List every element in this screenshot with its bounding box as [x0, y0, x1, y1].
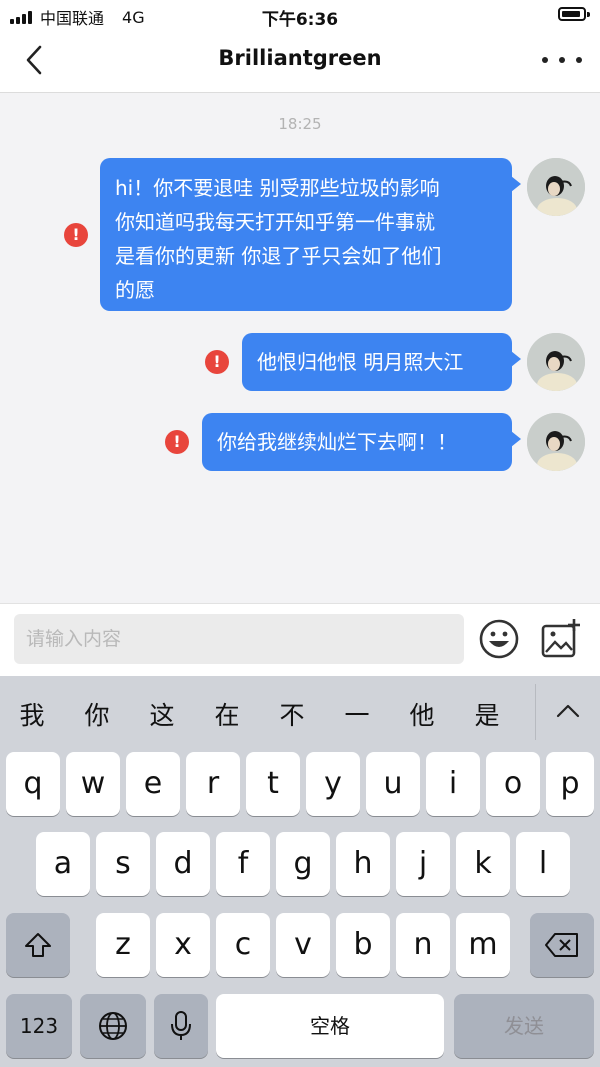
key-m[interactable]: m — [456, 913, 510, 977]
candidate-word[interactable]: 在 — [207, 696, 247, 732]
message-line: 你给我继续灿烂下去啊！！ — [217, 430, 457, 454]
globe-icon — [99, 1012, 127, 1040]
key-q[interactable]: q — [6, 752, 60, 816]
key-x[interactable]: x — [156, 913, 210, 977]
message-line: 他恨归他恨 明月照大江 — [257, 350, 464, 374]
message-timestamp: 18:25 — [278, 115, 322, 133]
message-line: 是看你的更新 你退了乎只会如了他们 — [115, 244, 442, 268]
numbers-key[interactable]: 123 — [6, 994, 72, 1058]
key-r[interactable]: r — [186, 752, 240, 816]
emoji-icon — [479, 619, 519, 659]
status-bar: 中国联通 4G 下午6:36 — [0, 0, 600, 30]
more-button[interactable] — [542, 48, 582, 72]
send-failed-icon[interactable]: ! — [64, 223, 88, 247]
avatar[interactable] — [527, 413, 585, 471]
space-key[interactable]: 空格 — [216, 994, 444, 1058]
send-failed-icon[interactable]: ! — [165, 430, 189, 454]
message-bubble[interactable]: 你给我继续灿烂下去啊！！ — [202, 413, 521, 471]
key-a[interactable]: a — [36, 832, 90, 896]
key-p[interactable]: p — [546, 752, 594, 816]
key-c[interactable]: c — [216, 913, 270, 977]
key-b[interactable]: b — [336, 913, 390, 977]
add-image-icon — [541, 619, 580, 658]
avatar[interactable] — [527, 158, 585, 216]
candidate-divider — [535, 684, 536, 740]
key-v[interactable]: v — [276, 913, 330, 977]
key-z[interactable]: z — [96, 913, 150, 977]
backspace-icon — [545, 933, 578, 957]
message-bubble[interactable]: hi！你不要退哇 别受那些垃圾的影响 你知道吗我每天打开知乎第一件事就 是看你的… — [100, 158, 521, 311]
status-time: 下午6:36 — [261, 10, 339, 30]
message-line: 你知道吗我每天打开知乎第一件事就 — [115, 210, 435, 234]
key-t[interactable]: t — [246, 752, 300, 816]
key-e[interactable]: e — [126, 752, 180, 816]
nav-bar: Brilliantgreen — [0, 30, 600, 93]
candidate-word[interactable]: 我 — [12, 696, 52, 732]
key-n[interactable]: n — [396, 913, 450, 977]
candidate-word[interactable]: 不 — [272, 696, 312, 732]
candidate-word[interactable]: 你 — [77, 696, 117, 732]
avatar-image — [527, 158, 585, 216]
microphone-key[interactable] — [154, 994, 208, 1058]
key-s[interactable]: s — [96, 832, 150, 896]
key-k[interactable]: k — [456, 832, 510, 896]
send-failed-icon[interactable]: ! — [205, 350, 229, 374]
globe-key[interactable] — [80, 994, 146, 1058]
shift-icon — [25, 933, 51, 957]
chat-area[interactable]: 18:25 ! hi！你不要退哇 别受那些垃圾的影响 你知道吗我每天打开知乎第一… — [0, 93, 600, 603]
key-d[interactable]: d — [156, 832, 210, 896]
key-g[interactable]: g — [276, 832, 330, 896]
candidate-word[interactable]: 这 — [142, 696, 182, 732]
key-i[interactable]: i — [426, 752, 480, 816]
candidate-word[interactable]: 他 — [402, 696, 442, 732]
candidate-word[interactable]: 一 — [337, 696, 377, 732]
battery-icon — [558, 7, 590, 21]
key-h[interactable]: h — [336, 832, 390, 896]
more-dots-icon — [542, 57, 548, 63]
key-w[interactable]: w — [66, 752, 120, 816]
avatar-image — [527, 413, 585, 471]
send-key[interactable]: 发送 — [454, 994, 594, 1058]
avatar[interactable] — [527, 333, 585, 391]
message-bubble[interactable]: 他恨归他恨 明月照大江 — [242, 333, 521, 391]
key-l[interactable]: l — [516, 832, 570, 896]
message-line: hi！你不要退哇 别受那些垃圾的影响 — [115, 176, 440, 200]
key-u[interactable]: u — [366, 752, 420, 816]
message-input[interactable] — [14, 614, 464, 664]
chat-title: Brilliantgreen — [218, 46, 382, 70]
expand-candidates-button[interactable] — [550, 696, 586, 726]
candidate-word[interactable]: 是 — [467, 696, 507, 732]
key-o[interactable]: o — [486, 752, 540, 816]
image-button[interactable] — [540, 618, 582, 660]
candidate-bar: 我 你 这 在 不 一 他 是 — [0, 676, 600, 748]
backspace-key[interactable] — [530, 913, 594, 977]
keyboard: 我 你 这 在 不 一 他 是 q w e r t y u i o p a s … — [0, 676, 600, 1067]
key-j[interactable]: j — [396, 832, 450, 896]
input-bar — [0, 603, 600, 676]
key-y[interactable]: y — [306, 752, 360, 816]
avatar-image — [527, 333, 585, 391]
chevron-up-icon — [556, 704, 580, 718]
shift-key[interactable] — [6, 913, 70, 977]
message-line: 的愿 — [115, 278, 155, 302]
microphone-icon — [171, 1011, 191, 1040]
emoji-button[interactable] — [478, 618, 520, 660]
key-f[interactable]: f — [216, 832, 270, 896]
